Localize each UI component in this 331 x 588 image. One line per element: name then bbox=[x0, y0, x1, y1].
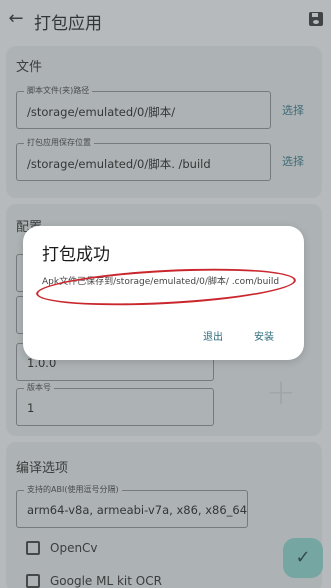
dialog-title: 打包成功 bbox=[42, 245, 110, 265]
red-annotation-circle bbox=[35, 263, 297, 311]
install-button[interactable]: 安装 bbox=[254, 328, 274, 343]
success-dialog: 打包成功 Apk文件已保存到/storage/emulated/0/脚本/ .c… bbox=[23, 226, 304, 360]
exit-button[interactable]: 退出 bbox=[203, 328, 223, 343]
